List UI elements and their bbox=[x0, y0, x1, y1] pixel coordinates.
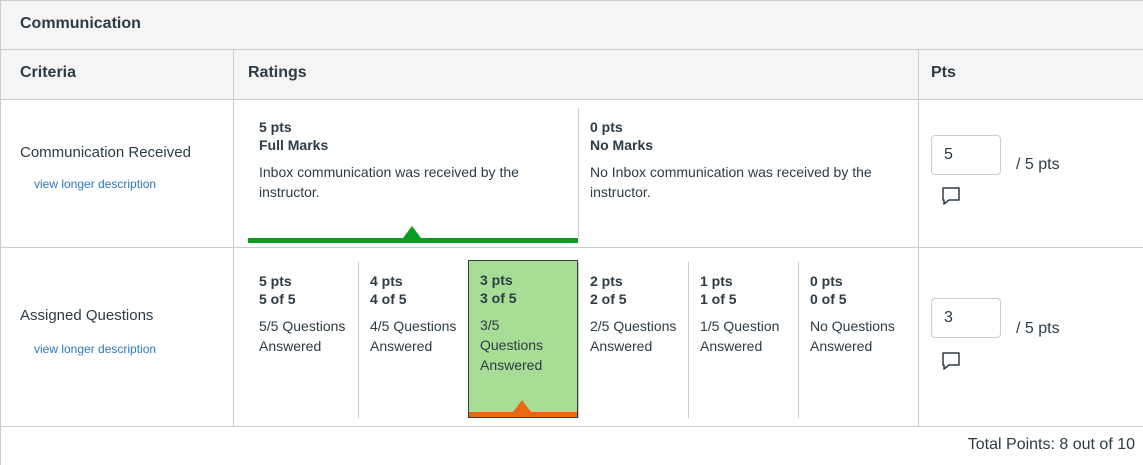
rating-points: 5 pts bbox=[259, 273, 292, 289]
rating-points: 0 pts bbox=[590, 119, 623, 135]
rating-description: 2/5 Questions Answered bbox=[590, 318, 677, 354]
rubric-table: Communication Criteria Ratings Pts Commu… bbox=[0, 0, 1143, 465]
view-longer-description-link[interactable]: view longer description bbox=[34, 177, 156, 191]
score-input[interactable] bbox=[931, 298, 1001, 338]
rating-cell-selected[interactable]: 3 pts 3 of 5 3/5 Questions Answered bbox=[468, 260, 578, 418]
rating-cell[interactable]: 1 pts 1 of 5 1/5 Question Answered bbox=[688, 262, 798, 418]
rating-description: No Inbox communication was received by t… bbox=[590, 164, 872, 200]
total-points: Total Points: 8 out of 10 bbox=[967, 436, 1135, 453]
pts-header: Pts bbox=[931, 64, 956, 81]
rating-cell[interactable]: 2 pts 2 of 5 2/5 Questions Answered bbox=[578, 262, 688, 418]
criteria-header: Criteria bbox=[20, 64, 77, 81]
rating-description: 4/5 Questions Answered bbox=[370, 318, 457, 354]
score-out-of: / 5 pts bbox=[1016, 156, 1060, 173]
rating-points: 5 pts bbox=[259, 119, 292, 135]
rubric-header-row: Criteria Ratings Pts bbox=[0, 50, 1143, 100]
rating-description: 3/5 Questions Answered bbox=[480, 317, 544, 373]
comment-icon[interactable] bbox=[941, 351, 961, 371]
rating-description: No Questions Answered bbox=[810, 318, 895, 354]
row-divider bbox=[0, 426, 1143, 427]
rating-description: 5/5 Questions Answered bbox=[259, 318, 346, 354]
rating-cell[interactable]: 5 pts 5 of 5 5/5 Questions Answered bbox=[248, 262, 358, 418]
rating-points: 4 pts bbox=[370, 273, 403, 289]
rating-description: 1/5 Question Answered bbox=[700, 318, 780, 354]
rating-cell[interactable]: 0 pts 0 of 5 No Questions Answered bbox=[798, 262, 908, 418]
selected-rating-indicator bbox=[403, 226, 421, 238]
rating-cell[interactable]: 4 pts 4 of 5 4/5 Questions Answered bbox=[358, 262, 468, 418]
rubric-title: Communication bbox=[20, 15, 141, 32]
criterion-name: Assigned Questions bbox=[20, 307, 154, 324]
rating-points: 0 pts bbox=[810, 273, 843, 289]
rating-points: 2 pts bbox=[590, 273, 623, 289]
rubric-title-bar: Communication bbox=[0, 0, 1143, 50]
rating-description: Inbox communication was received by the … bbox=[259, 164, 519, 200]
table-left-border bbox=[0, 0, 1, 465]
rating-cell[interactable]: 5 pts Full Marks Inbox communication was… bbox=[248, 108, 578, 238]
rating-label: Full Marks bbox=[259, 137, 329, 153]
selected-rating-bar bbox=[248, 238, 578, 243]
column-divider bbox=[233, 50, 234, 426]
criterion-name: Communication Received bbox=[20, 144, 191, 161]
rating-label: 4 of 5 bbox=[370, 291, 407, 307]
rating-points: 1 pts bbox=[700, 273, 733, 289]
ratings-header: Ratings bbox=[248, 64, 307, 81]
rating-label: 5 of 5 bbox=[259, 291, 296, 307]
selected-rating-bar bbox=[469, 412, 577, 417]
score-input[interactable] bbox=[931, 135, 1001, 175]
comment-icon[interactable] bbox=[941, 186, 961, 206]
rating-points: 3 pts bbox=[480, 272, 513, 288]
rating-label: 3 of 5 bbox=[480, 290, 517, 306]
row-divider bbox=[0, 247, 1143, 248]
column-divider bbox=[918, 50, 919, 426]
selected-rating-indicator bbox=[513, 400, 531, 412]
rating-label: No Marks bbox=[590, 137, 654, 153]
rating-cell[interactable]: 0 pts No Marks No Inbox communication wa… bbox=[578, 108, 908, 238]
rating-label: 0 of 5 bbox=[810, 291, 847, 307]
rating-label: 1 of 5 bbox=[700, 291, 737, 307]
score-out-of: / 5 pts bbox=[1016, 320, 1060, 337]
view-longer-description-link[interactable]: view longer description bbox=[34, 342, 156, 356]
rating-label: 2 of 5 bbox=[590, 291, 627, 307]
